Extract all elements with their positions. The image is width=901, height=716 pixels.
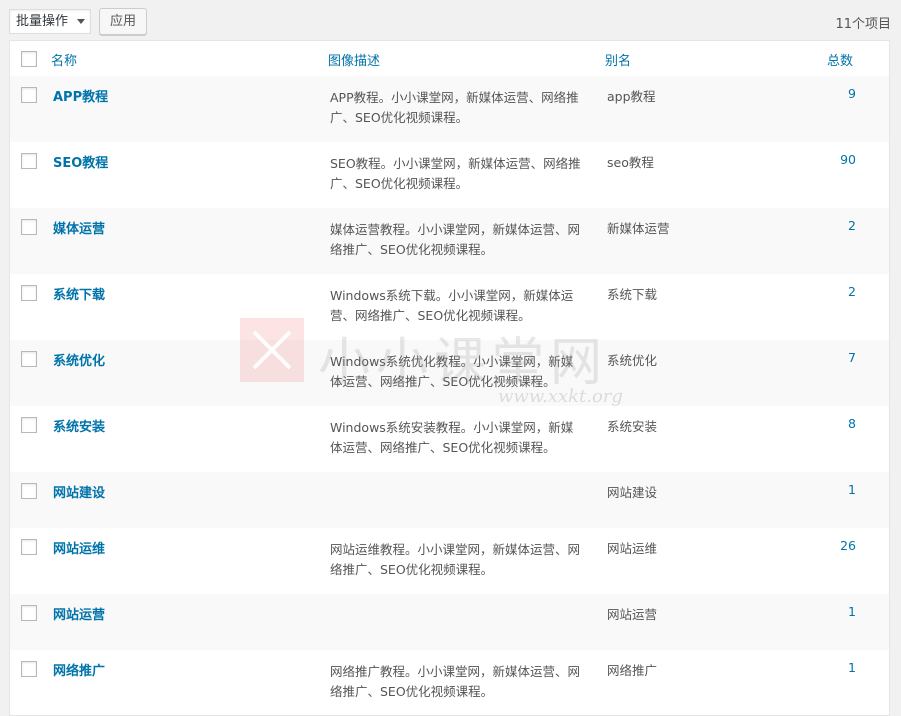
row-checkbox[interactable] (21, 483, 37, 499)
row-checkbox[interactable] (21, 417, 37, 433)
table-row: 系统优化 Windows系统优化教程。小小课堂网，新媒体运营、网络推广、SEO优化… (10, 340, 889, 406)
row-checkbox[interactable] (21, 153, 37, 169)
category-description: SEO教程。小小课堂网，新媒体运营、网络推广、SEO优化视频课程。 (330, 156, 581, 191)
category-description: Windows系统优化教程。小小课堂网，新媒体运营、网络推广、SEO优化视频课程… (330, 354, 574, 389)
category-name-link[interactable]: 网站建设 (53, 482, 105, 501)
category-name-link[interactable]: 媒体运营 (53, 218, 105, 237)
bulk-action-selected: 批量操作 (16, 14, 69, 29)
category-slug: app教程 (607, 89, 656, 104)
table-row: 系统安装 Windows系统安装教程。小小课堂网，新媒体运营、网络推广、SEO优化… (10, 406, 889, 472)
category-count-link[interactable]: 2 (848, 284, 856, 299)
category-count-link[interactable]: 7 (848, 350, 856, 365)
column-header-name[interactable]: 名称 (51, 50, 77, 69)
category-name-link[interactable]: 系统下载 (53, 284, 105, 303)
item-count: 11个项目 (835, 17, 891, 32)
column-header-slug[interactable]: 别名 (605, 50, 631, 69)
category-count-link[interactable]: 26 (840, 538, 856, 553)
table-row: 网站运维 网站运维教程。小小课堂网，新媒体运营、网络推广、SEO优化视频课程。 网站… (10, 528, 889, 594)
row-checkbox[interactable] (21, 285, 37, 301)
table-row: 媒体运营 媒体运营教程。小小课堂网，新媒体运营、网络推广、SEO优化视频课程。 新媒… (10, 208, 889, 274)
category-description: Windows系统安装教程。小小课堂网，新媒体运营、网络推广、SEO优化视频课程… (330, 420, 574, 455)
category-count-link[interactable]: 1 (848, 482, 856, 497)
category-slug: 新媒体运营 (607, 221, 670, 236)
category-description: 网站运维教程。小小课堂网，新媒体运营、网络推广、SEO优化视频课程。 (330, 542, 581, 577)
category-name-link[interactable]: 网站运维 (53, 538, 105, 557)
table-header: 名称 图像描述 别名 总数 (10, 41, 889, 77)
category-slug: 系统安装 (607, 419, 658, 434)
table-row: SEO教程 SEO教程。小小课堂网，新媒体运营、网络推广、SEO优化视频课程。 se… (10, 142, 889, 208)
category-count-link[interactable]: 2 (848, 218, 856, 233)
category-slug: 网络推广 (607, 663, 658, 678)
table-row: 系统下载 Windows系统下载。小小课堂网，新媒体运营、网络推广、SEO优化视频… (10, 274, 889, 340)
row-checkbox[interactable] (21, 351, 37, 367)
column-header-description[interactable]: 图像描述 (328, 50, 380, 69)
category-description: 网络推广教程。小小课堂网，新媒体运营、网络推广、SEO优化视频课程。 (330, 664, 581, 699)
category-description: Windows系统下载。小小课堂网，新媒体运营、网络推广、SEO优化视频课程。 (330, 288, 574, 323)
category-slug: 网站运营 (607, 607, 658, 622)
category-description: APP教程。小小课堂网，新媒体运营、网络推广、SEO优化视频课程。 (330, 90, 579, 125)
apply-button[interactable]: 应用 (99, 8, 147, 35)
category-count-link[interactable]: 1 (848, 604, 856, 619)
row-checkbox[interactable] (21, 87, 37, 103)
category-name-link[interactable]: 网站运营 (53, 604, 105, 623)
row-checkbox[interactable] (21, 661, 37, 677)
category-name-link[interactable]: 系统安装 (53, 416, 105, 435)
category-name-link[interactable]: 系统优化 (53, 350, 105, 369)
category-count-link[interactable]: 90 (840, 152, 856, 167)
select-all-checkbox[interactable] (21, 51, 37, 67)
category-name-link[interactable]: SEO教程 (53, 152, 108, 171)
category-count-link[interactable]: 9 (848, 86, 856, 101)
row-checkbox[interactable] (21, 219, 37, 235)
category-name-link[interactable]: APP教程 (53, 86, 108, 105)
category-description: 媒体运营教程。小小课堂网，新媒体运营、网络推广、SEO优化视频课程。 (330, 222, 581, 257)
category-slug: 网站建设 (607, 485, 658, 500)
table-row: 网站运营 网站运营 1 (10, 594, 889, 650)
category-slug: seo教程 (607, 155, 654, 170)
chevron-down-icon (77, 19, 85, 24)
table-row: 网站建设 网站建设 1 (10, 472, 889, 528)
row-checkbox[interactable] (21, 605, 37, 621)
tablenav-top: 批量操作 应用 11个项目 (0, 0, 901, 40)
category-slug: 网站运维 (607, 541, 658, 556)
category-slug: 系统下载 (607, 287, 658, 302)
table-row: APP教程 APP教程。小小课堂网，新媒体运营、网络推广、SEO优化视频课程。 ap… (10, 76, 889, 142)
categories-table: 名称 图像描述 别名 总数 APP教程 APP教程。小小课堂网，新媒体运营、网络推… (9, 40, 890, 716)
category-count-link[interactable]: 1 (848, 660, 856, 675)
row-checkbox[interactable] (21, 539, 37, 555)
bulk-action-select[interactable]: 批量操作 (9, 9, 91, 34)
category-slug: 系统优化 (607, 353, 658, 368)
category-name-link[interactable]: 网络推广 (53, 660, 105, 679)
table-row: 网络推广 网络推广教程。小小课堂网，新媒体运营、网络推广、SEO优化视频课程。 网络… (10, 650, 889, 715)
column-header-count[interactable]: 总数 (827, 50, 853, 69)
category-count-link[interactable]: 8 (848, 416, 856, 431)
